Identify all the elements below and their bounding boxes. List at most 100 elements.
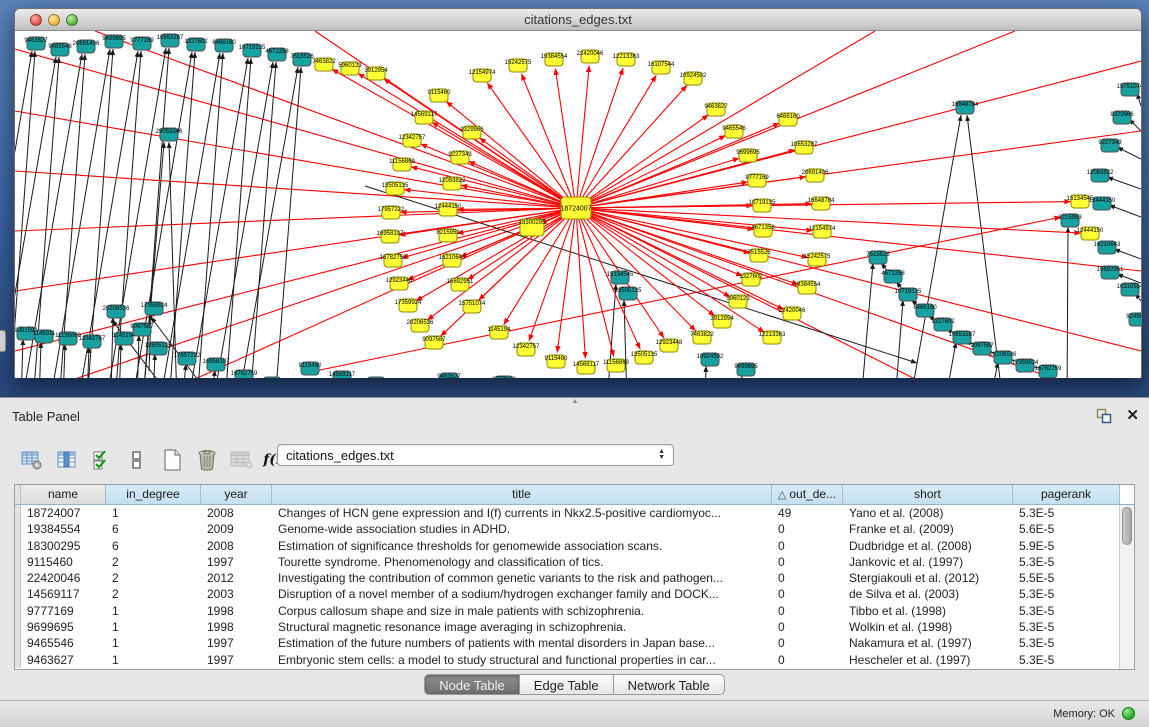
tab-network-table[interactable]: Network Table bbox=[614, 674, 725, 695]
table-cell[interactable]: 9699695 bbox=[21, 619, 106, 635]
table-cell[interactable]: Embryonic stem cells: a model to study s… bbox=[272, 652, 772, 668]
table-cell[interactable]: Nakamura et al. (1997) bbox=[843, 635, 1013, 651]
merge-rows-icon[interactable] bbox=[125, 448, 149, 472]
table-cell[interactable]: 1997 bbox=[201, 635, 272, 651]
table-cell[interactable]: 0 bbox=[772, 603, 843, 619]
tab-edge-table[interactable]: Edge Table bbox=[520, 674, 614, 695]
table-cell[interactable]: Wolkin et al. (1998) bbox=[843, 619, 1013, 635]
table-cell[interactable]: 1 bbox=[106, 505, 201, 521]
table-cell[interactable]: 18724007 bbox=[21, 505, 106, 521]
delete-trash-icon[interactable] bbox=[195, 448, 219, 472]
table-cell[interactable]: 0 bbox=[772, 635, 843, 651]
table-cell[interactable]: 9463627 bbox=[21, 652, 106, 668]
table-row[interactable]: 1872400712008Changes of HCN gene express… bbox=[15, 505, 1120, 521]
table-cell[interactable]: Corpus callosum shape and size in male p… bbox=[272, 603, 772, 619]
column-header-pagerank[interactable]: pagerank bbox=[1013, 485, 1120, 504]
show-hide-columns-icon[interactable] bbox=[55, 448, 79, 472]
table-cell[interactable]: Disruption of a novel member of a sodium… bbox=[272, 586, 772, 602]
table-cell[interactable]: 9115460 bbox=[21, 554, 106, 570]
table-cell[interactable]: 2 bbox=[106, 570, 201, 586]
table-cell[interactable]: 6 bbox=[106, 538, 201, 554]
new-table-icon[interactable] bbox=[160, 448, 184, 472]
table-cell[interactable]: 1 bbox=[106, 603, 201, 619]
table-cell[interactable]: 1 bbox=[106, 652, 201, 668]
table-cell[interactable]: 2003 bbox=[201, 586, 272, 602]
table-cell[interactable]: 5.3E-5 bbox=[1013, 554, 1120, 570]
table-cell[interactable]: 5.3E-5 bbox=[1013, 635, 1120, 651]
tab-node-table[interactable]: Node Table bbox=[424, 674, 520, 695]
table-row[interactable]: 969969511998Structural magnetic resonanc… bbox=[15, 619, 1120, 635]
network-graph[interactable]: 9463627946554620691406969969597771691065… bbox=[15, 31, 1141, 378]
table-cell[interactable]: Dudbridge et al. (2008) bbox=[843, 538, 1013, 554]
hidden-panel-grip[interactable] bbox=[0, 330, 6, 352]
float-panel-icon[interactable] bbox=[1096, 408, 1112, 424]
table-cell[interactable]: Changes of HCN gene expression and I(f) … bbox=[272, 505, 772, 521]
table-cell[interactable]: 5.9E-5 bbox=[1013, 538, 1120, 554]
table-cell[interactable]: 6 bbox=[106, 521, 201, 537]
table-cell[interactable]: 22420046 bbox=[21, 570, 106, 586]
table-cell[interactable]: 1 bbox=[106, 635, 201, 651]
table-cell[interactable]: Jankovic et al. (1997) bbox=[843, 554, 1013, 570]
table-cell[interactable]: 5.3E-5 bbox=[1013, 619, 1120, 635]
column-header-title[interactable]: title bbox=[272, 485, 772, 504]
table-cell[interactable]: 0 bbox=[772, 538, 843, 554]
table-cell[interactable]: 1998 bbox=[201, 619, 272, 635]
table-cell[interactable]: Yano et al. (2008) bbox=[843, 505, 1013, 521]
table-row[interactable]: 946554611997Estimation of the future num… bbox=[15, 635, 1120, 651]
table-cell[interactable]: 0 bbox=[772, 570, 843, 586]
table-cell[interactable]: 9777169 bbox=[21, 603, 106, 619]
table-cell[interactable]: 2012 bbox=[201, 570, 272, 586]
column-header-out-de-[interactable]: △out_de... bbox=[772, 485, 843, 504]
table-cell[interactable]: Estimation of the future numbers of pati… bbox=[272, 635, 772, 651]
table-row[interactable]: 977716911998Corpus callosum shape and si… bbox=[15, 603, 1120, 619]
column-header-year[interactable]: year bbox=[201, 485, 272, 504]
network-window[interactable]: citations_edges.txt 94636279465546206914… bbox=[14, 8, 1142, 378]
table-cell[interactable]: 49 bbox=[772, 505, 843, 521]
column-header-name[interactable]: name bbox=[21, 485, 106, 504]
table-cell[interactable]: 2009 bbox=[201, 521, 272, 537]
table-cell[interactable]: Hescheler et al. (1997) bbox=[843, 652, 1013, 668]
table-cell[interactable]: 0 bbox=[772, 619, 843, 635]
table-cell[interactable]: 1997 bbox=[201, 652, 272, 668]
table-cell[interactable]: 2 bbox=[106, 586, 201, 602]
table-cell[interactable]: 1998 bbox=[201, 603, 272, 619]
table-row[interactable]: 911546021997Tourette syndrome. Phenomeno… bbox=[15, 554, 1120, 570]
table-cell[interactable]: de Silva et al. (2003) bbox=[843, 586, 1013, 602]
table-cell[interactable]: 1997 bbox=[201, 554, 272, 570]
table-cell[interactable]: 2008 bbox=[201, 505, 272, 521]
table-cell[interactable]: 0 bbox=[772, 554, 843, 570]
table-cell[interactable]: Investigating the contribution of common… bbox=[272, 570, 772, 586]
table-row[interactable]: 1938455462009Genome-wide association stu… bbox=[15, 521, 1120, 537]
table-cell[interactable]: Franke et al. (2009) bbox=[843, 521, 1013, 537]
scrollbar-thumb[interactable] bbox=[1122, 507, 1132, 545]
table-cell[interactable]: Tibbo et al. (1998) bbox=[843, 603, 1013, 619]
column-header-in-degree[interactable]: in_degree bbox=[106, 485, 201, 504]
table-cell[interactable]: 5.3E-5 bbox=[1013, 603, 1120, 619]
table-cell[interactable]: 18300295 bbox=[21, 538, 106, 554]
window-titlebar[interactable]: citations_edges.txt bbox=[15, 9, 1141, 31]
close-panel-icon[interactable]: ✕ bbox=[1126, 408, 1139, 424]
table-cell[interactable]: 5.3E-5 bbox=[1013, 586, 1120, 602]
table-cell[interactable]: Genome-wide association studies in ADHD. bbox=[272, 521, 772, 537]
table-row[interactable]: 1456911722003Disruption of a novel membe… bbox=[15, 586, 1120, 602]
table-cell[interactable]: Tourette syndrome. Phenomenology and cla… bbox=[272, 554, 772, 570]
table-cell[interactable]: 5.3E-5 bbox=[1013, 505, 1120, 521]
column-header-short[interactable]: short bbox=[843, 485, 1013, 504]
table-row[interactable]: 946362711997Embryonic stem cells: a mode… bbox=[15, 652, 1120, 668]
table-cell[interactable]: 0 bbox=[772, 521, 843, 537]
table-row[interactable]: 2242004622012Investigating the contribut… bbox=[15, 570, 1120, 586]
table-cell[interactable]: 9465546 bbox=[21, 635, 106, 651]
row-selection-icon[interactable] bbox=[90, 448, 114, 472]
table-selector-dropdown[interactable]: citations_edges.txt ▲▼ bbox=[277, 444, 674, 466]
table-cell[interactable]: 19384554 bbox=[21, 521, 106, 537]
table-cell[interactable]: 1 bbox=[106, 619, 201, 635]
network-view-canvas[interactable]: 9463627946554620691406969969597771691065… bbox=[15, 31, 1141, 378]
table-row[interactable]: 1830029562008Estimation of significance … bbox=[15, 538, 1120, 554]
table-cell[interactable]: 2008 bbox=[201, 538, 272, 554]
table-cell[interactable]: 0 bbox=[772, 586, 843, 602]
table-cell[interactable]: 2 bbox=[106, 554, 201, 570]
table-cell[interactable]: 14569117 bbox=[21, 586, 106, 602]
table-cell[interactable]: 0 bbox=[772, 652, 843, 668]
table-cell[interactable]: Stergiakouli et al. (2012) bbox=[843, 570, 1013, 586]
table-cell[interactable]: 5.3E-5 bbox=[1013, 652, 1120, 668]
